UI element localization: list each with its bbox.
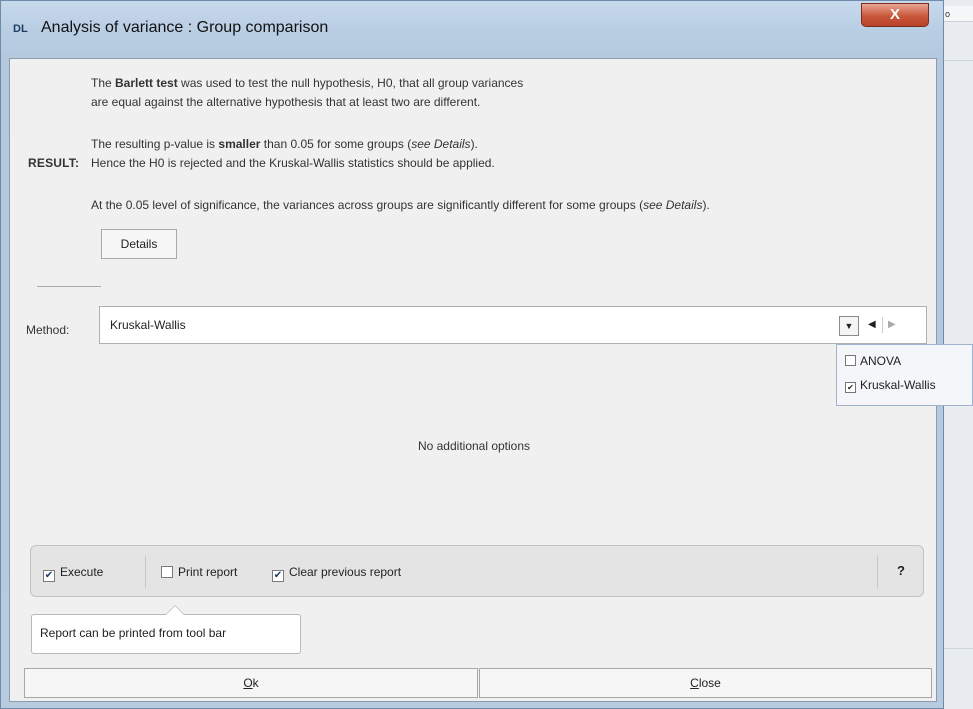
- details-button[interactable]: Details: [101, 229, 177, 259]
- checkbox-checked-icon: ✔: [43, 570, 55, 582]
- previous-arrow-icon[interactable]: ◀: [868, 319, 876, 330]
- next-arrow-icon[interactable]: ▶: [888, 319, 896, 330]
- toolbar-divider: [145, 556, 146, 588]
- method-combo[interactable]: Kruskal-Wallis ▼ ◀ ▶: [99, 306, 927, 344]
- option-anova[interactable]: ANOVA: [845, 354, 901, 368]
- window-title: Analysis of variance : Group comparison: [41, 19, 329, 36]
- report-toolbar: ✔ Execute Print report ✔ Clear previous re…: [30, 545, 924, 597]
- close-window-button[interactable]: X: [861, 3, 929, 27]
- info-line-4: Hence the H0 is rejected and the Kruskal…: [91, 156, 495, 170]
- dialog-footer: Ok Close: [24, 668, 932, 700]
- checkbox-checked-icon: ✔: [272, 570, 284, 582]
- clear-previous-report-checkbox[interactable]: ✔ Clear previous report: [272, 565, 401, 582]
- info-line-1: The Barlett test was used to test the nu…: [91, 76, 524, 90]
- no-options-text: No additional options: [417, 439, 531, 453]
- dialog-content: The Barlett test was used to test the nu…: [9, 58, 937, 702]
- execute-checkbox[interactable]: ✔ Execute: [43, 565, 103, 582]
- dialog-window: DL Analysis of variance : Group comparis…: [0, 0, 944, 709]
- method-label: Method:: [26, 323, 70, 337]
- close-button[interactable]: Close: [479, 668, 932, 698]
- chevron-down-icon[interactable]: ▼: [839, 316, 859, 336]
- print-report-checkbox[interactable]: Print report: [161, 565, 237, 579]
- bold-test-name: Barlett test: [115, 76, 178, 90]
- method-value: Kruskal-Wallis: [110, 318, 186, 332]
- help-button[interactable]: ?: [897, 563, 905, 578]
- background-divider: [941, 648, 973, 649]
- background-tab: o: [941, 6, 973, 22]
- title-bar[interactable]: DL Analysis of variance : Group comparis…: [1, 1, 945, 47]
- result-label: RESULT:: [28, 156, 80, 170]
- toolbar-divider: [877, 556, 878, 588]
- close-icon: X: [889, 6, 900, 23]
- tooltip: Report can be printed from tool bar: [31, 605, 301, 654]
- tooltip-arrow-fill: [166, 606, 184, 615]
- app-icon: DL: [13, 23, 28, 35]
- info-line-5: At the 0.05 level of significance, the v…: [91, 198, 710, 212]
- tooltip-text: Report can be printed from tool bar: [40, 626, 227, 640]
- checkbox-checked-icon: ✔: [845, 382, 856, 393]
- checkbox-unchecked-icon: [161, 566, 173, 578]
- background-divider: [941, 60, 973, 61]
- checkbox-unchecked-icon: [845, 355, 856, 366]
- separator: [37, 286, 101, 287]
- info-line-2: are equal against the alternative hypoth…: [91, 95, 481, 109]
- nav-divider: [882, 317, 883, 333]
- ok-button[interactable]: Ok: [24, 668, 478, 698]
- info-line-3: The resulting p-value is smaller than 0.…: [91, 137, 478, 151]
- option-kruskal-wallis[interactable]: ✔ Kruskal-Wallis: [845, 378, 936, 393]
- method-options-popup: ANOVA ✔ Kruskal-Wallis: [836, 344, 973, 406]
